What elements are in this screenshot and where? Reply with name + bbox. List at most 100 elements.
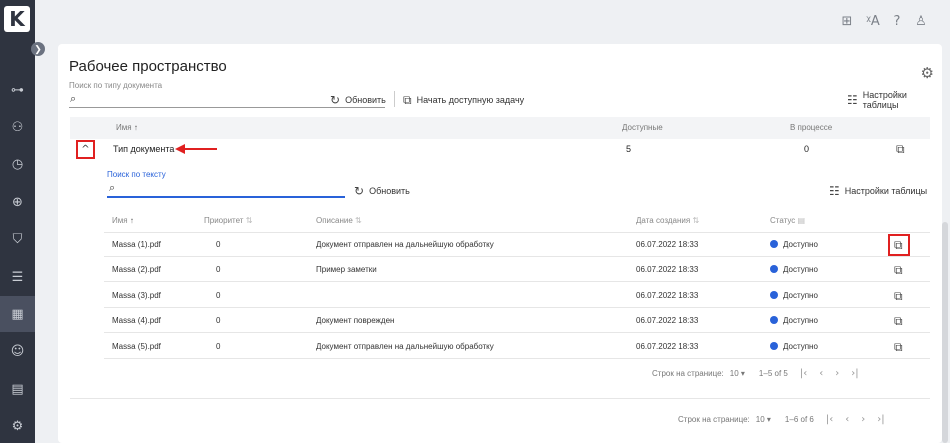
cell-created: 06.07.2022 18:33 — [636, 240, 699, 249]
table-row[interactable]: Massa (5).pdf 0 Документ отправлен на даль… — [104, 335, 930, 359]
cell-priority: 0 — [216, 265, 221, 275]
sidebar: K ⊶ ⚇ ◷ ⊕ ⛉ ☰ ▦ ☺ ▤ ⚙ — [0, 0, 35, 443]
settings-icon: ⚙ — [11, 419, 24, 435]
inner-refresh-label: Обновить — [369, 186, 410, 196]
gear-icon[interactable]: ⚙ — [921, 64, 934, 82]
highlight-box — [888, 234, 910, 256]
status-label: Доступно — [783, 240, 818, 249]
cell-description: Документ отправлен на дальнейшую обработ… — [316, 341, 494, 351]
edit-icon[interactable]: ⧉ — [894, 314, 903, 329]
header-status[interactable]: Статус ▤ — [770, 209, 805, 233]
doc-type-name: Тип документа — [113, 144, 175, 154]
page-title: Рабочее пространство — [69, 58, 227, 75]
sidebar-item-network[interactable]: ⊕ — [0, 184, 35, 220]
header-priority[interactable]: Приоритет ⇅ — [204, 209, 252, 233]
sidebar-item-workspace[interactable]: ▦ — [0, 296, 35, 333]
cell-priority: 0 — [216, 290, 221, 300]
edit-icon[interactable]: ⧉ — [894, 289, 903, 304]
edit-icon[interactable]: ⧉ — [896, 142, 905, 157]
header-name[interactable]: Имя ↑ — [112, 209, 134, 233]
hierarchy-icon: ⚇ — [11, 119, 24, 135]
edit-icon[interactable]: ⧉ — [894, 340, 903, 355]
refresh-button[interactable]: ↻ Обновить — [330, 91, 386, 109]
translate-icon[interactable]: ᵡA — [865, 14, 881, 30]
header-description[interactable]: Описание ⇅ — [316, 209, 362, 233]
table-row[interactable]: Massa (2).pdf 0 Пример заметки 06.07.2022 1… — [104, 258, 930, 283]
sidebar-item-clock[interactable]: ◷ — [0, 147, 35, 183]
workspace-icon: ▦ — [11, 306, 24, 322]
help-icon[interactable]: ? — [889, 14, 905, 30]
refresh-label: Обновить — [345, 95, 386, 105]
status-dot-icon — [770, 316, 778, 325]
table-settings-button[interactable]: ☷ Настройки таблицы — [847, 90, 942, 110]
cell-name: Massa (2).pdf — [112, 265, 161, 275]
edit-icon[interactable]: ⧉ — [894, 263, 903, 278]
rows-per-page-select[interactable]: 10 ▾ — [730, 369, 745, 378]
header-name[interactable]: Имя ↑ — [116, 117, 138, 139]
app-logo: K — [4, 6, 30, 32]
sidebar-item-shield-check[interactable]: ⛉ — [0, 222, 35, 258]
last-page-icon[interactable]: ›| — [851, 368, 858, 379]
sidebar-item-robot[interactable]: ☺ — [0, 334, 35, 370]
start-task-button[interactable]: ⧉ Начать доступную задачу — [403, 91, 524, 109]
scrollbar[interactable] — [942, 222, 948, 443]
inner-table-settings-label: Настройки таблицы — [844, 186, 928, 196]
status-dot-icon — [770, 341, 778, 350]
status-badge: Доступно — [770, 284, 818, 308]
first-page-icon[interactable]: |‹ — [826, 414, 833, 425]
divider — [70, 398, 930, 399]
prev-page-icon[interactable]: ‹ — [819, 368, 823, 379]
cell-created: 06.07.2022 18:33 — [636, 265, 699, 275]
table-row[interactable]: Massa (3).pdf 0 06.07.2022 18:33 Доступно ⧉ — [104, 284, 930, 308]
next-page-icon[interactable]: › — [835, 368, 839, 379]
inner-table-header: Имя ↑ Приоритет ⇅ Описание ⇅ Дата создан… — [104, 209, 930, 233]
page-range: 1–5 of 5 — [758, 369, 788, 378]
rows-per-page-select[interactable]: 10 ▾ — [756, 415, 771, 424]
status-label: Доступно — [783, 290, 818, 300]
next-page-icon[interactable]: › — [861, 414, 865, 425]
in-progress-count: 0 — [804, 144, 810, 154]
inner-search-label: Поиск по тексту — [107, 170, 166, 179]
inner-refresh-button[interactable]: ↻ Обновить — [354, 182, 410, 200]
refresh-icon: ↻ — [330, 93, 341, 107]
cell-priority: 0 — [216, 316, 221, 326]
header-created[interactable]: Дата создания ⇅ — [636, 209, 699, 233]
cell-created: 06.07.2022 18:33 — [636, 341, 699, 351]
header-available: Доступные — [622, 123, 663, 132]
user-icon[interactable]: ♙ — [913, 14, 929, 30]
available-count: 5 — [626, 144, 632, 154]
collapse-row-button[interactable]: ^ — [76, 140, 95, 159]
chevron-right-icon[interactable]: ❯ — [31, 42, 45, 56]
status-dot-icon — [770, 265, 778, 274]
topbar: ⊞ ᵡA ? ♙ — [35, 0, 950, 44]
status-badge: Доступно — [770, 233, 818, 257]
cell-priority: 0 — [216, 240, 221, 249]
rows-per-page-label: Строк на странице: — [678, 415, 750, 424]
cell-created: 06.07.2022 18:33 — [636, 290, 699, 300]
last-page-icon[interactable]: ›| — [877, 414, 884, 425]
cell-name: Massa (4).pdf — [112, 316, 161, 326]
first-page-icon[interactable]: |‹ — [800, 368, 807, 379]
header-in-progress: В процессе — [790, 123, 833, 132]
inner-table-settings-button[interactable]: ☷ Настройки таблицы — [829, 182, 927, 200]
sidebar-item-hierarchy[interactable]: ⚇ — [0, 109, 35, 145]
outer-table-header: Имя ↑ Доступные В процессе — [70, 117, 930, 139]
sidebar-item-settings[interactable]: ⚙ — [0, 409, 35, 443]
search-label: Поиск по типу документа — [69, 81, 163, 90]
status-dot-icon — [770, 290, 778, 299]
sliders-icon: ☷ — [847, 93, 858, 107]
cell-name: Massa (5).pdf — [112, 341, 161, 351]
chevron-up-icon: ^ — [81, 144, 90, 155]
sidebar-item-workflow[interactable]: ⊶ — [0, 72, 35, 108]
grid-icon[interactable]: ⊞ — [839, 14, 855, 30]
prev-page-icon[interactable]: ‹ — [845, 414, 849, 425]
cell-created: 06.07.2022 18:33 — [636, 316, 699, 326]
table-row[interactable]: Massa (1).pdf 0 Документ отправлен на даль… — [104, 233, 930, 257]
calendar-icon: ▤ — [11, 381, 24, 397]
inner-search-input[interactable]: ⌕ — [107, 181, 345, 198]
sidebar-item-checklist[interactable]: ☰ — [0, 259, 35, 295]
table-row[interactable]: Massa (4).pdf 0 Документ поврежден 06.07.20… — [104, 309, 930, 334]
status-badge: Доступно — [770, 335, 818, 359]
sidebar-item-calendar[interactable]: ▤ — [0, 371, 35, 407]
robot-icon: ☺ — [10, 344, 25, 360]
